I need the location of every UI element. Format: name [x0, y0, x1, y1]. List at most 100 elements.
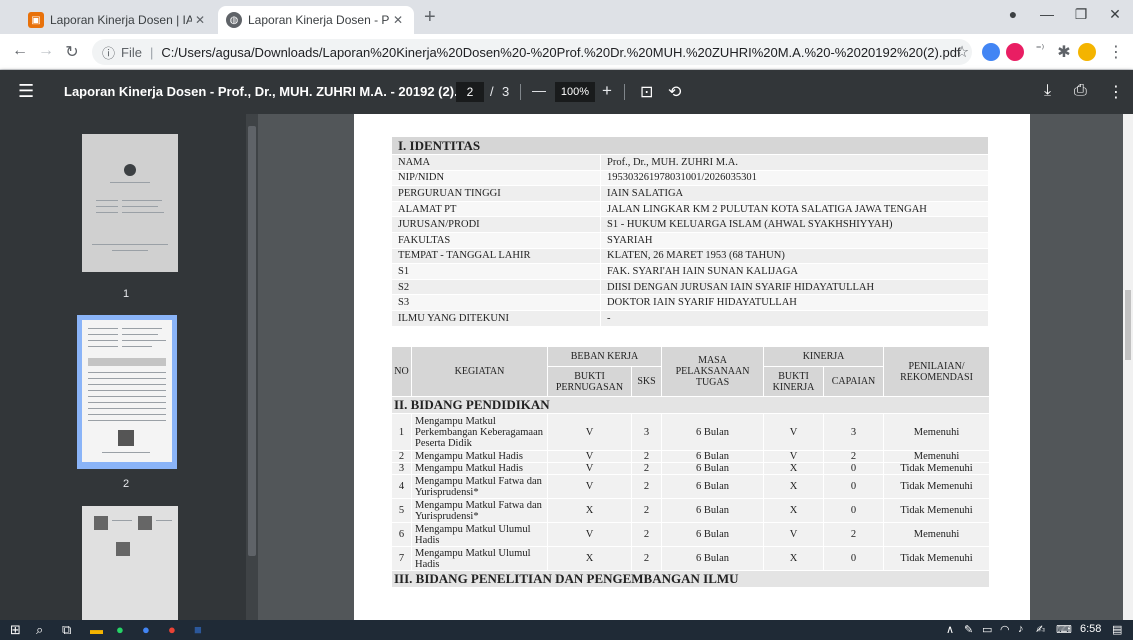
thumbnail-sidebar: 1 2	[0, 114, 258, 620]
wifi-icon[interactable]: ◠	[1000, 623, 1010, 636]
cell-no: 3	[391, 462, 412, 475]
keyboard-icon[interactable]: ⌨	[1056, 623, 1072, 636]
restore-button[interactable]: ❐	[1066, 6, 1096, 23]
extension-icon[interactable]: ⁼⁾	[1030, 42, 1050, 55]
cell-capaian: 0	[823, 474, 885, 499]
cell-no: 1	[391, 413, 412, 451]
identitas-key: NAMA	[391, 154, 601, 171]
identitas-value: FAK. SYARI'AH IAIN SUNAN KALIJAGA	[600, 263, 989, 280]
identitas-heading: I. IDENTITAS	[391, 136, 989, 155]
zoom-level-input[interactable]: 100%	[555, 82, 595, 102]
tab-laporan-kinerja-pdf[interactable]: ◍ Laporan Kinerja Dosen - Prof., D ✕	[218, 6, 414, 34]
fit-page-icon[interactable]: ⊡	[640, 82, 653, 102]
volume-icon[interactable]: ♪	[1018, 623, 1024, 635]
page-thumbnail-3[interactable]	[82, 506, 178, 620]
cell-masa: 6 Bulan	[661, 462, 765, 475]
page-thumbnail-2[interactable]	[82, 320, 172, 462]
column-header-kegiatan: KEGIATAN	[411, 346, 548, 397]
avatar[interactable]	[1078, 43, 1096, 61]
page-thumbnail-1[interactable]	[82, 134, 178, 272]
sidebar-scrollbar-thumb[interactable]	[248, 126, 256, 556]
forward-button[interactable]: →	[36, 42, 56, 60]
column-header-kinerja: KINERJA	[763, 346, 885, 367]
viewer-scrollbar-thumb[interactable]	[1125, 290, 1131, 360]
info-icon[interactable]: ⓘ	[102, 43, 115, 62]
puzzle-icon[interactable]: ✱	[1054, 42, 1074, 62]
table-row: 5 Mengampu Matkul Fatwa dan Yurisprudens…	[391, 498, 991, 523]
table-row: 1 Mengampu Matkul Perkembangan Keberagam…	[391, 413, 991, 451]
section-heading-penelitian: III. BIDANG PENELITIAN DAN PENGEMBANGAN …	[390, 570, 991, 588]
pen-workspace-icon[interactable]: ✍	[1036, 623, 1045, 636]
cell-bukti-kinerja: V	[763, 450, 825, 463]
hamburger-menu-icon[interactable]: ☰	[18, 81, 34, 102]
table-row: 3 Mengampu Matkul Hadis V 2 6 Bulan X 0 …	[391, 462, 991, 475]
word-icon[interactable]: ■	[194, 622, 202, 638]
cell-penilaian: Memenuhi	[883, 413, 991, 451]
file-explorer-icon[interactable]: ▬	[90, 622, 103, 638]
cell-capaian: 0	[823, 498, 885, 523]
tray-chevron-icon[interactable]: ∧	[946, 623, 954, 636]
print-icon[interactable]: ⎙	[1074, 82, 1087, 100]
column-header-no: NO	[391, 346, 412, 397]
cell-masa: 6 Bulan	[661, 474, 765, 499]
zoom-in-button[interactable]: +	[602, 81, 612, 101]
cell-bukti-penugasan: V	[547, 462, 632, 475]
identitas-key: ALAMAT PT	[391, 200, 601, 218]
identitas-value: -	[600, 309, 989, 327]
extension-icon[interactable]	[1006, 43, 1024, 61]
page-separator: /	[490, 84, 494, 99]
more-options-icon[interactable]: ⋮	[1108, 82, 1124, 102]
cell-bukti-penugasan: X	[547, 546, 632, 571]
minimize-button[interactable]: —	[1032, 6, 1062, 22]
download-icon[interactable]: ⤓	[1044, 82, 1051, 100]
more-menu-icon[interactable]: ⋮	[1106, 42, 1126, 62]
page-number-input[interactable]: 2	[456, 82, 484, 102]
address-bar[interactable]: ⓘ File | C:/Users/agusa/Downloads/Lapora…	[92, 39, 972, 65]
notifications-icon[interactable]: ▤	[1112, 623, 1122, 636]
profile-dot-icon[interactable]: ●	[998, 6, 1028, 22]
cell-capaian: 0	[823, 546, 885, 571]
reload-button[interactable]: ↻	[62, 42, 82, 62]
viewer-scrollbar[interactable]	[1123, 114, 1133, 620]
cell-kegiatan: Mengampu Matkul Perkembangan Keberagamaa…	[411, 413, 548, 451]
identitas-key: S1	[391, 263, 601, 280]
tab-laporan-kinerja-iain[interactable]: ▣ Laporan Kinerja Dosen | IAIN Sala ✕	[20, 6, 216, 34]
tray-pen-icon[interactable]: ✎	[964, 623, 973, 636]
close-tab-icon[interactable]: ✕	[192, 13, 208, 27]
cell-bukti-kinerja: X	[763, 462, 825, 475]
cell-masa: 6 Bulan	[661, 413, 765, 451]
close-window-button[interactable]: ✕	[1100, 6, 1130, 23]
extension-icon[interactable]	[982, 43, 1000, 61]
pdf-page: I. IDENTITAS NAMA Prof., Dr., MUH. ZUHRI …	[354, 114, 1030, 620]
cell-kegiatan: Mengampu Matkul Fatwa dan Yurisprudensi*	[411, 498, 548, 523]
cell-sks: 2	[630, 462, 663, 475]
identitas-value: 195303261978031001/2026035301	[600, 169, 989, 187]
cell-kegiatan: Mengampu Matkul Ulumul Hadis	[411, 546, 548, 571]
chrome-icon[interactable]: ●	[168, 622, 176, 638]
windows-start-icon[interactable]: ⊞	[10, 622, 21, 638]
clock[interactable]: 6:58	[1080, 623, 1101, 635]
identitas-value: Prof., Dr., MUH. ZUHRI M.A.	[600, 154, 989, 171]
bookmark-star-icon[interactable]: ☆	[952, 42, 972, 62]
cell-penilaian: Tidak Memenuhi	[883, 462, 991, 475]
identitas-value: JALAN LINGKAR KM 2 PULUTAN KOTA SALATIGA…	[600, 200, 989, 218]
edge-icon[interactable]: ●	[142, 622, 150, 638]
new-tab-button[interactable]: +	[424, 7, 436, 27]
iain-favicon-icon: ▣	[28, 12, 44, 28]
task-view-icon[interactable]: ⧉	[62, 622, 71, 638]
identitas-table: I. IDENTITAS NAMA Prof., Dr., MUH. ZUHRI …	[391, 136, 989, 327]
close-tab-icon[interactable]: ✕	[390, 13, 406, 27]
cell-penilaian: Tidak Memenuhi	[883, 546, 991, 571]
pdf-viewer: I. IDENTITAS NAMA Prof., Dr., MUH. ZUHRI …	[258, 114, 1133, 620]
cell-penilaian: Tidak Memenuhi	[883, 474, 991, 499]
zoom-out-button[interactable]: —	[532, 82, 546, 98]
battery-icon[interactable]: ▭	[982, 623, 992, 636]
rotate-icon[interactable]: ⟲	[668, 82, 681, 102]
search-icon[interactable]: ⌕	[36, 622, 43, 638]
identitas-key: ILMU YANG DITEKUNI	[391, 309, 601, 327]
whatsapp-icon[interactable]: ●	[116, 622, 124, 638]
cell-bukti-kinerja: X	[763, 546, 825, 571]
thumbnail-label: 2	[122, 478, 130, 490]
back-button[interactable]: ←	[10, 42, 30, 60]
cell-capaian: 2	[823, 522, 885, 547]
